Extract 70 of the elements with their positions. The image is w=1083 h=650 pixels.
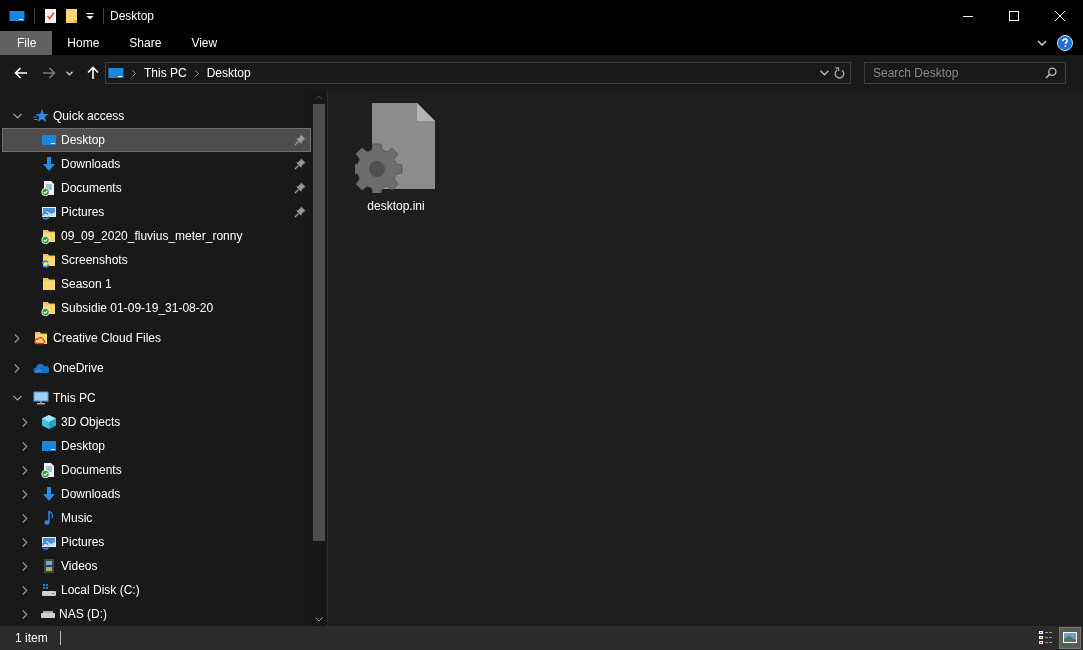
tree-item[interactable]: Quick access: [2, 104, 311, 128]
settings-file-icon: [355, 103, 437, 193]
tree-item[interactable]: 3D Objects: [2, 410, 311, 434]
ribbon-tab[interactable]: Share: [114, 31, 177, 55]
chevron-right-icon[interactable]: [22, 513, 28, 523]
dropdown-icon[interactable]: [86, 11, 94, 20]
chevron-right-icon: [194, 69, 199, 77]
item-count: 1 item: [15, 631, 48, 645]
tree-item[interactable]: Desktop: [2, 434, 311, 458]
chevron-right-icon[interactable]: [22, 585, 28, 595]
search-icon[interactable]: [1045, 67, 1057, 79]
star-icon: [33, 108, 49, 124]
chevron-right-icon[interactable]: [14, 363, 20, 373]
back-arrow-icon[interactable]: [14, 67, 28, 79]
folder-icon: [33, 330, 49, 346]
tree-item[interactable]: Creative Cloud Files: [2, 326, 311, 350]
chevron-down-icon[interactable]: [820, 70, 829, 76]
tree-item[interactable]: 09_09_2020_fluvius_meter_ronny: [2, 224, 311, 248]
help-icon[interactable]: [1057, 35, 1073, 51]
chevron-right-icon[interactable]: [22, 489, 28, 499]
chevron-right-icon[interactable]: [22, 537, 28, 547]
tree-item[interactable]: Videos: [2, 554, 311, 578]
list-icon: [1038, 630, 1054, 646]
tree-item[interactable]: Documents: [2, 458, 311, 482]
tree-item[interactable]: Pictures: [2, 530, 311, 554]
picture-icon: [1062, 630, 1078, 646]
large-icons-view-button[interactable]: [1059, 627, 1081, 649]
tree-item[interactable]: This PC: [2, 386, 311, 410]
tree-item[interactable]: OneDrive: [2, 356, 311, 380]
chevron-right-icon: [132, 69, 136, 77]
file-item[interactable]: desktop.ini: [346, 103, 446, 213]
tree-item[interactable]: Screenshots: [2, 248, 311, 272]
maximize-icon: [1009, 10, 1019, 21]
breadcrumb[interactable]: Desktop: [206, 66, 251, 80]
chevron-right-icon[interactable]: [22, 441, 28, 451]
chevron-right-icon[interactable]: [22, 609, 28, 619]
tree-item[interactable]: Music: [2, 506, 311, 530]
chevron-right-icon[interactable]: [22, 561, 28, 571]
tree-item[interactable]: Season 1: [2, 272, 311, 296]
tree-item[interactable]: Local Disk (C:): [2, 578, 311, 602]
tree-item[interactable]: Desktop: [2, 128, 311, 152]
tree-item[interactable]: Downloads: [2, 152, 311, 176]
chevron-down-icon[interactable]: [12, 395, 22, 401]
refresh-icon[interactable]: [834, 67, 845, 79]
monitor-icon: [108, 65, 124, 81]
checklist-icon[interactable]: [44, 7, 58, 24]
chevron-down-icon[interactable]: [1037, 40, 1047, 46]
ribbon-tab[interactable]: Home: [52, 31, 115, 55]
computer-icon: [33, 390, 49, 406]
tree-item[interactable]: Downloads: [2, 482, 311, 506]
scroll-down-icon[interactable]: [315, 617, 323, 622]
tree-item[interactable]: Documents: [2, 176, 311, 200]
ribbon-tab[interactable]: View: [176, 31, 233, 55]
chevron-right-icon[interactable]: [14, 333, 20, 343]
close-icon: [1055, 10, 1065, 21]
tree-item[interactable]: NAS (D:): [2, 602, 311, 626]
folder-icon[interactable]: [65, 7, 79, 24]
up-arrow-icon[interactable]: [87, 66, 99, 80]
chevron-right-icon[interactable]: [22, 417, 28, 427]
tree-item[interactable]: Subsidie 01-09-19_31-08-20: [2, 296, 311, 320]
tree-item[interactable]: Pictures: [2, 200, 311, 224]
chevron-down-icon[interactable]: [66, 70, 73, 76]
ribbon-tab[interactable]: File: [0, 31, 53, 55]
address-bar[interactable]: This PC Desktop: [105, 62, 851, 84]
scrollbar-thumb[interactable]: [313, 104, 325, 541]
chevron-down-icon[interactable]: [12, 113, 22, 119]
breadcrumb[interactable]: This PC: [144, 66, 187, 80]
chevron-right-icon[interactable]: [22, 465, 28, 475]
search-field[interactable]: Search Desktop: [864, 62, 1066, 84]
window-title: Desktop: [110, 8, 155, 23]
